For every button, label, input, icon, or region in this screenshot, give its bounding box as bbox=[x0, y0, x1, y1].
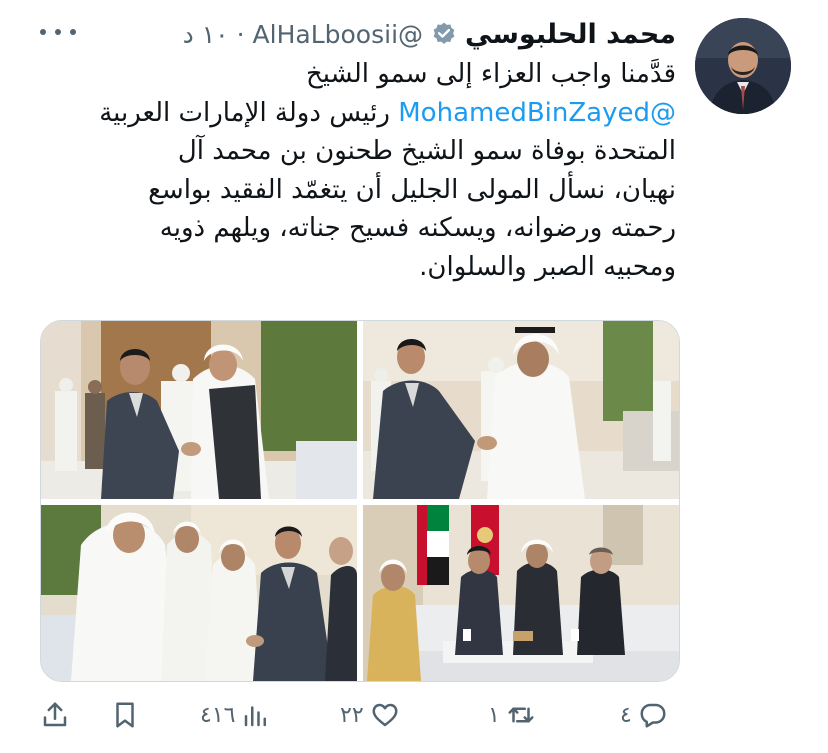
bookmark-icon bbox=[116, 702, 134, 728]
more-options-icon[interactable] bbox=[40, 22, 76, 42]
retweets-count: ١ bbox=[488, 702, 500, 728]
photo-1[interactable] bbox=[41, 321, 357, 499]
photo-4[interactable] bbox=[363, 505, 679, 681]
tweet-header: محمد الحلبوسي @AlHaLboosii · ١٠ د bbox=[183, 14, 676, 54]
views-count: ٤١٦ bbox=[200, 702, 236, 728]
bookmark-button[interactable] bbox=[110, 693, 140, 737]
photo-2[interactable] bbox=[363, 321, 679, 499]
mention-link[interactable]: @MohamedBinZayed bbox=[398, 98, 676, 128]
separator-dot: · bbox=[236, 19, 245, 49]
tweet-text-line: ومحبيه الصبر والسلوان. bbox=[419, 251, 676, 282]
like-button[interactable]: ٢٢ bbox=[340, 693, 400, 737]
tweet-text-segment: رئيس دولة الإمارات العربية bbox=[99, 97, 390, 128]
likes-count: ٢٢ bbox=[340, 702, 364, 728]
views-button[interactable]: ٤١٦ bbox=[200, 693, 271, 737]
share-icon bbox=[43, 702, 67, 727]
photo-3[interactable] bbox=[41, 505, 357, 681]
author-name[interactable]: محمد الحلبوسي bbox=[465, 19, 676, 50]
tweet-text-line: رحمته ورضوانه، ويسكنه فسيح جناته، ويلهم … bbox=[159, 213, 676, 243]
media-grid bbox=[40, 320, 680, 682]
tweet-timestamp[interactable]: ١٠ د bbox=[183, 20, 229, 49]
tweet-text-line: @MohamedBinZayed رئيس دولة الإمارات العر… bbox=[36, 94, 676, 133]
tweet-text-line: قدَّمنا واجب العزاء إلى سمو الشيخ bbox=[306, 59, 676, 89]
reply-icon bbox=[640, 703, 666, 728]
action-bar: ٤١٦ ٢٢ ١ ٤ bbox=[40, 693, 680, 737]
views-icon bbox=[245, 706, 267, 727]
verified-badge-icon bbox=[433, 22, 455, 44]
reply-button[interactable]: ٤ bbox=[620, 693, 668, 737]
tweet-text: قدَّمنا واجب العزاء إلى سمو الشيخ @Moham… bbox=[36, 55, 676, 286]
tweet-text-line: نهيان، نسأل المولى الجليل أن يتغمّد الفق… bbox=[148, 174, 676, 205]
replies-count: ٤ bbox=[620, 702, 632, 728]
avatar[interactable] bbox=[695, 18, 791, 114]
author-handle[interactable]: @AlHaLboosii bbox=[253, 20, 423, 49]
retweet-button[interactable]: ١ bbox=[488, 693, 536, 737]
retweet-icon bbox=[508, 707, 534, 723]
tweet-text-line: المتحدة بوفاة سمو الشيخ طحنون بن محمد آل bbox=[177, 136, 676, 166]
tweet[interactable]: محمد الحلبوسي @AlHaLboosii · ١٠ د قدَّمن… bbox=[0, 0, 828, 753]
like-icon bbox=[372, 703, 398, 727]
share-button[interactable] bbox=[40, 693, 70, 737]
